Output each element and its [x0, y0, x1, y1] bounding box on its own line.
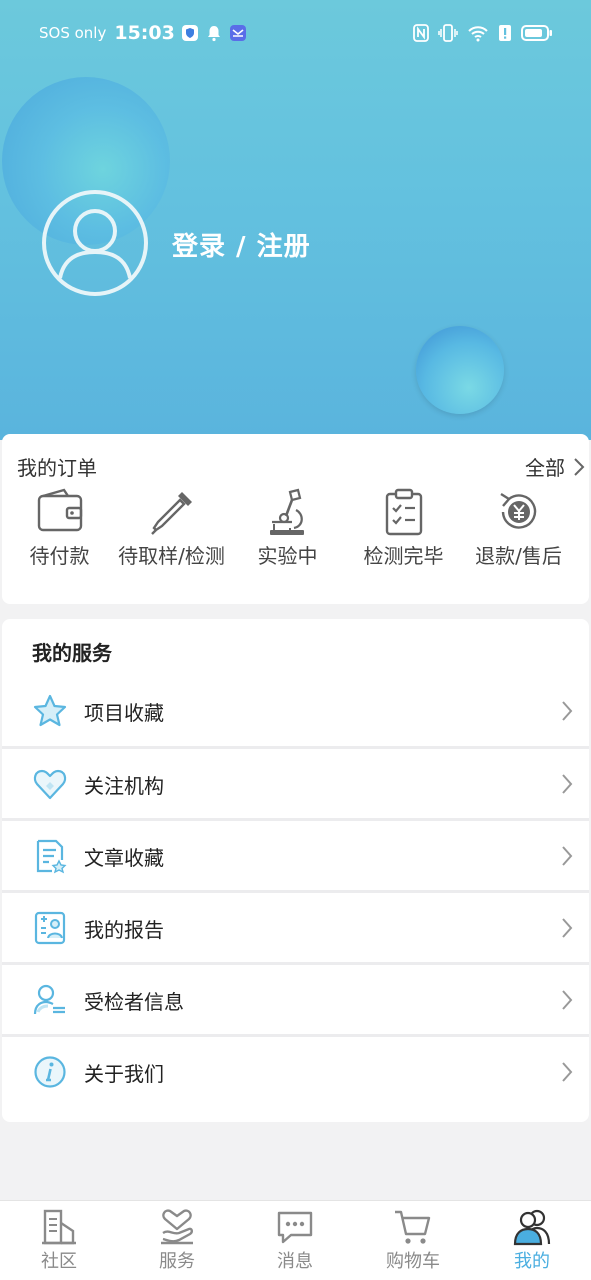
app-notification-icon	[229, 25, 246, 41]
battery-icon	[521, 25, 552, 41]
chevron-right-icon	[562, 918, 573, 938]
bottom-tab-bar: 社区 服务 消息 购物车 我的	[0, 1200, 591, 1280]
tab-label: 社区	[41, 1251, 77, 1272]
tab-community[interactable]: 社区	[0, 1207, 118, 1273]
chevron-right-icon	[562, 701, 573, 721]
nfc-icon	[413, 24, 429, 42]
tab-messages[interactable]: 消息	[236, 1207, 354, 1273]
order-item-label: 退款/售后	[475, 544, 562, 568]
my-orders-card: 我的订单 全部 待付款 待取样/检测 实验中 检测完毕 退款/售后	[2, 434, 589, 604]
service-label: 关注机构	[84, 774, 164, 798]
star-icon	[33, 694, 67, 727]
refund-icon	[499, 492, 536, 529]
tab-cart[interactable]: 购物车	[354, 1207, 472, 1273]
order-test-completed[interactable]: 检测完毕	[346, 486, 461, 570]
clock-time: 15:03	[114, 22, 175, 44]
wallet-icon	[37, 488, 82, 532]
person-info-icon	[33, 984, 65, 1015]
order-item-label: 检测完毕	[363, 544, 444, 568]
profile-header: SOS only 15:03 登录 / 注册	[0, 0, 591, 440]
chevron-right-icon	[562, 774, 573, 794]
order-pending-payment[interactable]: 待付款	[2, 486, 117, 570]
community-icon	[42, 1209, 76, 1245]
vibrate-icon	[438, 24, 458, 42]
cart-icon	[395, 1210, 431, 1244]
orders-title: 我的订单	[17, 456, 97, 480]
alert-sim-icon	[499, 25, 511, 41]
report-icon	[34, 911, 66, 945]
tab-label: 我的	[514, 1251, 550, 1272]
order-item-label: 实验中	[257, 544, 318, 568]
login-register-link[interactable]: 登录 / 注册	[172, 226, 311, 263]
orders-all-link[interactable]: 全部	[525, 452, 589, 481]
mine-icon	[513, 1209, 551, 1246]
article-icon	[36, 839, 67, 874]
services-title: 我的服务	[32, 641, 112, 665]
chevron-right-icon	[562, 990, 573, 1010]
service-label: 项目收藏	[84, 701, 164, 725]
heart-icon	[33, 769, 67, 800]
order-in-lab[interactable]: 实验中	[230, 486, 345, 570]
service-row-subject-info[interactable]: 受检者信息	[2, 965, 589, 1035]
service-label: 我的报告	[84, 918, 164, 942]
microscope-icon	[269, 488, 304, 535]
tab-label: 消息	[277, 1251, 313, 1272]
shield-icon	[181, 25, 198, 41]
wifi-icon	[468, 26, 488, 42]
service-label: 关于我们	[84, 1062, 164, 1086]
tab-service[interactable]: 服务	[118, 1207, 236, 1273]
clipboard-check-icon	[385, 488, 422, 536]
avatar[interactable]	[42, 190, 148, 296]
status-bar: SOS only 15:03	[0, 18, 591, 50]
order-item-label: 待取样/检测	[118, 544, 225, 568]
tab-label: 服务	[159, 1251, 195, 1272]
bell-icon	[207, 26, 220, 42]
service-row-article-favorites[interactable]: 文章收藏	[2, 821, 589, 891]
service-row-project-favorites[interactable]: 项目收藏	[2, 676, 589, 746]
dropper-icon	[150, 492, 192, 535]
order-refund-aftersale[interactable]: 退款/售后	[461, 486, 576, 570]
tab-label: 购物车	[386, 1251, 440, 1272]
service-row-my-reports[interactable]: 我的报告	[2, 893, 589, 963]
message-icon	[277, 1211, 313, 1244]
chevron-right-icon	[562, 846, 573, 866]
service-icon	[161, 1209, 193, 1245]
order-pending-sampling[interactable]: 待取样/检测	[114, 486, 229, 570]
orders-all-label: 全部	[525, 456, 565, 480]
service-row-about-us[interactable]: 关于我们	[2, 1037, 589, 1107]
chevron-right-icon	[574, 457, 585, 476]
info-icon	[34, 1056, 66, 1088]
service-label: 文章收藏	[84, 846, 164, 870]
tab-mine[interactable]: 我的	[473, 1207, 591, 1273]
carrier-text: SOS only	[39, 24, 107, 42]
user-avatar-icon	[58, 209, 132, 279]
my-services-card: 我的服务 项目收藏 关注机构 文章收藏 我的报告 受检者信息 关于我们	[2, 619, 589, 1122]
service-label: 受检者信息	[84, 990, 184, 1014]
decorative-bubble-small	[416, 326, 504, 414]
service-row-followed-institutions[interactable]: 关注机构	[2, 749, 589, 819]
order-item-label: 待付款	[29, 544, 90, 568]
chevron-right-icon	[562, 1062, 573, 1082]
